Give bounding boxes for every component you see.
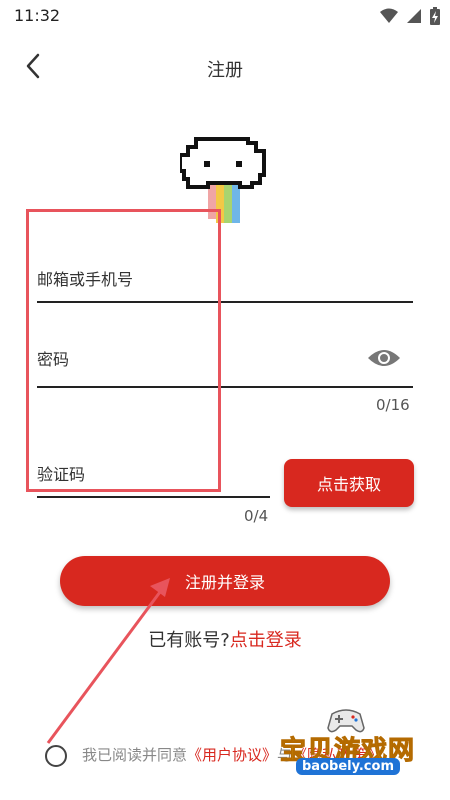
watermark: 宝贝游戏网 baobely.com: [279, 708, 425, 780]
password-counter: 0/16: [376, 396, 410, 414]
annotation-highlight-box: [26, 209, 221, 492]
status-icons: [380, 7, 440, 25]
battery-icon: [430, 7, 440, 25]
code-underline: [37, 496, 270, 498]
agreement-label: 我已阅读并同意: [82, 746, 188, 764]
eye-icon[interactable]: [367, 345, 401, 371]
signal-icon: [407, 9, 421, 23]
user-agreement-link[interactable]: 《用户协议》: [187, 746, 277, 764]
code-counter: 0/4: [244, 507, 269, 525]
status-bar: 11:32: [0, 0, 450, 32]
watermark-domain: baobely.com: [296, 758, 400, 775]
agreement-radio[interactable]: [45, 745, 67, 767]
login-link[interactable]: 点击登录: [230, 630, 302, 651]
register-and-login-button[interactable]: 注册并登录: [60, 556, 390, 606]
status-time: 11:32: [14, 6, 61, 25]
wifi-icon: [380, 8, 398, 23]
page-title: 注册: [207, 60, 243, 81]
login-prompt-text: 已有账号?: [148, 630, 230, 651]
get-code-button[interactable]: 点击获取: [284, 459, 414, 507]
login-prompt: 已有账号?点击登录: [0, 626, 450, 652]
header: 注册: [0, 40, 450, 92]
